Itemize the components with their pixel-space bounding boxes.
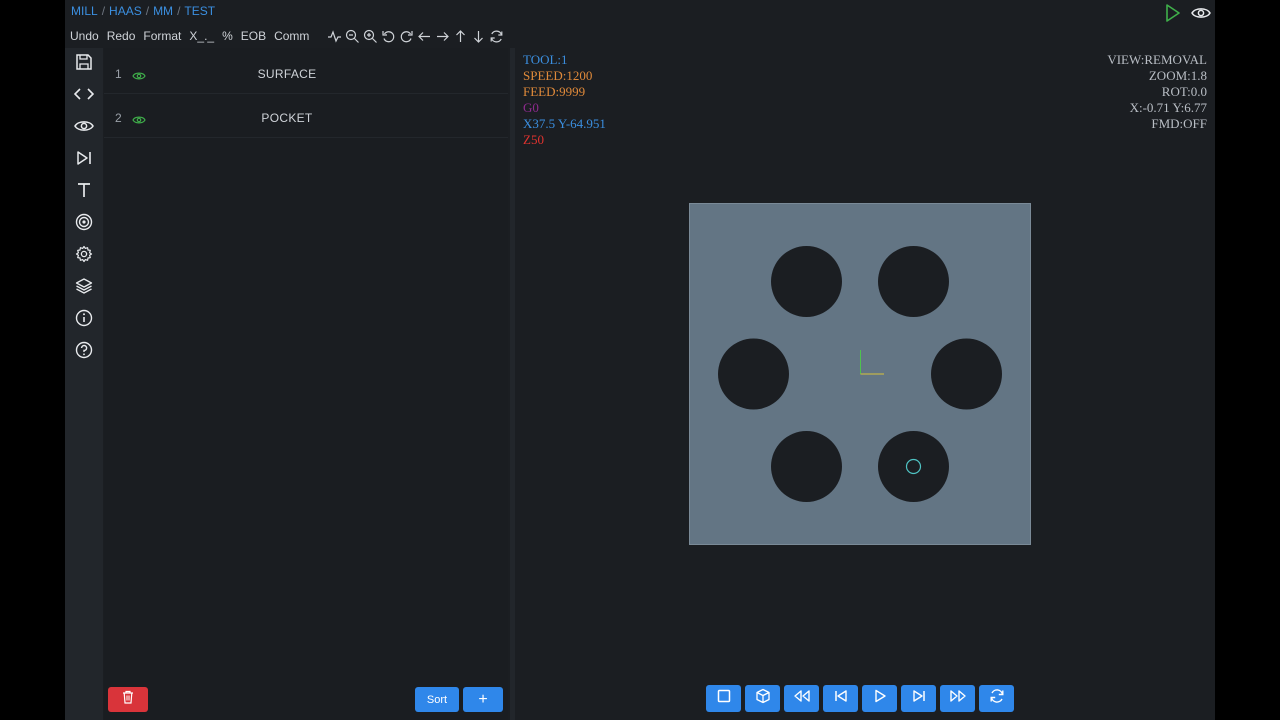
pocket-hole — [771, 431, 842, 502]
view-tools — [327, 29, 504, 44]
gear-icon — [75, 245, 93, 268]
sort-button[interactable]: Sort — [415, 687, 459, 712]
pocket-hole — [878, 246, 949, 317]
operation-name: POCKET — [261, 111, 313, 125]
play-icon[interactable] — [1165, 4, 1181, 22]
layers-icon — [75, 277, 93, 300]
zoom-in-icon[interactable] — [363, 29, 378, 44]
feed-readout: FEED:9999 — [523, 84, 586, 99]
percent-button[interactable]: % — [222, 29, 233, 43]
simulation-viewport[interactable]: TOOL:1 SPEED:1200 FEED:9999 G0 X37.5 Y-6… — [515, 48, 1215, 720]
info-icon — [75, 309, 93, 332]
format-button[interactable]: Format — [143, 29, 181, 43]
zoom-out-icon[interactable] — [345, 29, 360, 44]
pulse-icon[interactable] — [327, 29, 342, 44]
pocket-hole — [931, 338, 1002, 410]
stop-button[interactable] — [706, 685, 741, 712]
cursor-position: X:-0.71 Y:6.77 — [1129, 100, 1207, 115]
step-back-button[interactable] — [823, 685, 858, 712]
arrow-up-icon[interactable] — [453, 29, 468, 44]
stop-icon — [717, 689, 731, 708]
z-readout: Z50 — [523, 132, 544, 147]
sidebar-item-settings[interactable] — [65, 240, 103, 272]
view-mode: VIEW:REMOVAL — [1107, 52, 1207, 67]
breadcrumb-separator: / — [101, 4, 106, 18]
eob-button[interactable]: EOB — [241, 29, 266, 43]
stock-canvas — [689, 203, 1031, 545]
x-toggle-button[interactable]: X_._ — [189, 29, 214, 43]
zoom-level: ZOOM:1.8 — [1148, 68, 1207, 83]
3d-view-button[interactable] — [745, 685, 780, 712]
step-forward-icon — [912, 689, 926, 708]
delete-button[interactable] — [108, 687, 148, 712]
tool-readout: TOOL:1 — [523, 52, 568, 67]
breadcrumb-separator: / — [145, 4, 150, 18]
sidebar-item-code[interactable] — [65, 80, 103, 112]
sidebar-item-text[interactable] — [65, 176, 103, 208]
target-icon — [75, 213, 93, 236]
fast-rewind-button[interactable] — [784, 685, 819, 712]
fast-rewind-icon — [793, 689, 811, 708]
position-readout: X37.5 Y-64.951 — [523, 116, 606, 131]
eye-icon[interactable] — [1191, 6, 1211, 20]
comm-button[interactable]: Comm — [274, 29, 309, 43]
help-icon — [75, 341, 93, 364]
breadcrumb-mm[interactable]: MM — [153, 4, 173, 18]
undo-button[interactable]: Undo — [70, 29, 99, 43]
list-item[interactable]: 2 POCKET — [104, 95, 508, 138]
sidebar-item-layers[interactable] — [65, 272, 103, 304]
step-forward-button[interactable] — [901, 685, 936, 712]
rotation: ROT:0.0 — [1161, 84, 1207, 99]
pocket-hole — [878, 431, 949, 502]
breadcrumb: MILL / HAAS / MM / TEST — [71, 4, 215, 18]
add-operation-button[interactable]: + — [463, 687, 503, 712]
gcode-readout: G0 — [523, 100, 539, 115]
fmd-status: FMD:OFF — [1151, 116, 1207, 131]
breadcrumb-haas[interactable]: HAAS — [109, 4, 142, 18]
operations-panel: 1 SURFACE 2 POCKET Sort + — [104, 48, 508, 720]
play-button[interactable] — [862, 685, 897, 712]
list-item[interactable]: 1 SURFACE — [104, 51, 508, 94]
loop-button[interactable] — [979, 685, 1014, 712]
arrow-right-icon[interactable] — [435, 29, 450, 44]
rotate-left-icon[interactable] — [381, 29, 396, 44]
speed-readout: SPEED:1200 — [523, 68, 593, 83]
breadcrumb-test[interactable]: TEST — [184, 4, 215, 18]
rotate-right-icon[interactable] — [399, 29, 414, 44]
text-icon — [76, 182, 92, 203]
code-icon — [73, 87, 95, 106]
fast-forward-icon — [949, 689, 967, 708]
operation-name: SURFACE — [257, 67, 317, 81]
breadcrumb-separator: / — [177, 4, 181, 18]
sidebar — [65, 48, 103, 720]
app-window: MILL / HAAS / MM / TEST Undo Redo Format X_._ … — [65, 0, 1215, 720]
breadcrumb-mill[interactable]: MILL — [71, 4, 98, 18]
redo-button[interactable]: Redo — [107, 29, 136, 43]
skip-forward-icon — [76, 150, 92, 171]
header-actions — [1165, 4, 1211, 22]
play-icon — [873, 689, 887, 708]
playback-controls — [706, 685, 1014, 712]
loop-icon — [989, 688, 1005, 709]
sidebar-item-target[interactable] — [65, 208, 103, 240]
arrow-down-icon[interactable] — [471, 29, 486, 44]
pocket-hole — [771, 246, 842, 317]
refresh-icon[interactable] — [489, 29, 504, 44]
machine-readout: TOOL:1 SPEED:1200 FEED:9999 G0 X37.5 Y-6… — [523, 52, 606, 148]
trash-icon — [122, 690, 134, 709]
step-back-icon — [834, 689, 848, 708]
editor-toolbar: Undo Redo Format X_._ % EOB Comm — [70, 28, 504, 44]
sidebar-item-help[interactable] — [65, 336, 103, 368]
cube-icon — [755, 688, 771, 709]
arrow-left-icon[interactable] — [417, 29, 432, 44]
sidebar-item-skip[interactable] — [65, 144, 103, 176]
fast-forward-button[interactable] — [940, 685, 975, 712]
view-readout: VIEW:REMOVAL ZOOM:1.8 ROT:0.0 X:-0.71 Y:… — [1107, 52, 1207, 132]
sidebar-item-info[interactable] — [65, 304, 103, 336]
pocket-hole — [718, 338, 789, 410]
